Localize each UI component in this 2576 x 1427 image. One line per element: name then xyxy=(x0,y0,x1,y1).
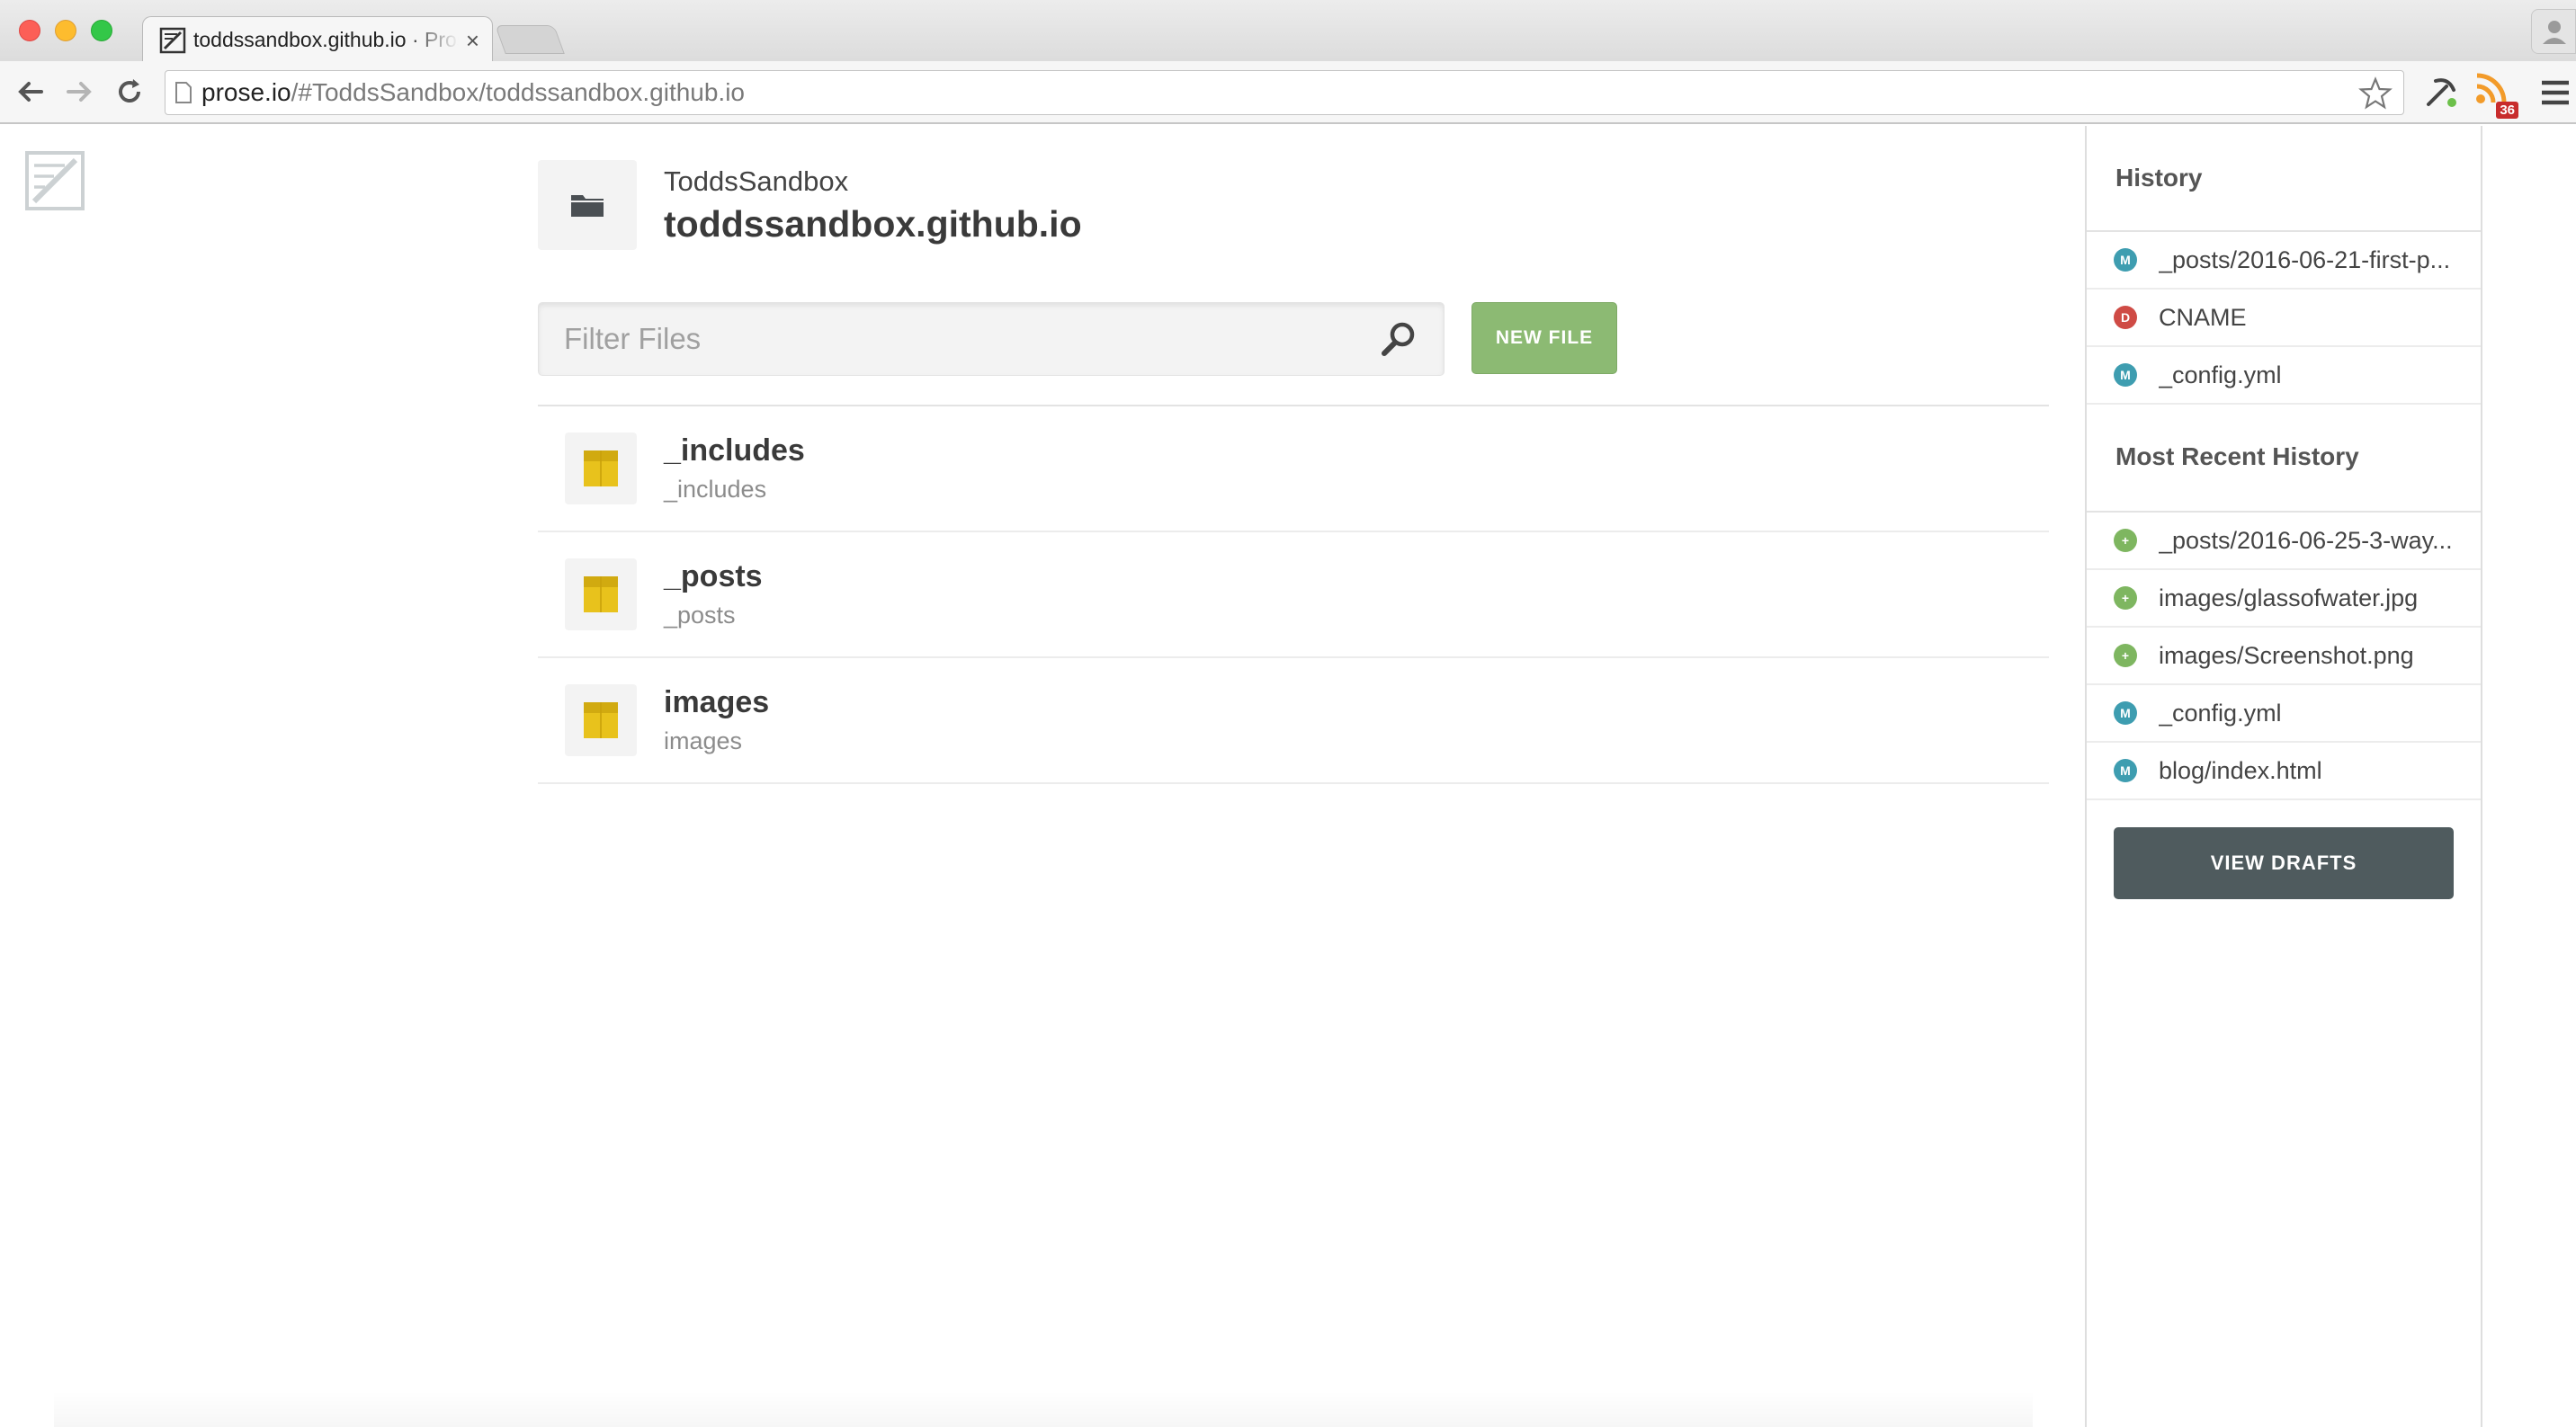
page-icon xyxy=(165,81,201,104)
repo-owner-link[interactable]: ToddsSandbox xyxy=(664,165,1082,198)
url-text: prose.io/#ToddsSandbox/toddssandbox.gith… xyxy=(201,78,746,106)
recent-history-item-label: _config.yml xyxy=(2159,699,2282,727)
history-item[interactable]: M _posts/2016-06-21-first-p... xyxy=(2087,232,2481,290)
added-badge-icon: + xyxy=(2114,644,2137,667)
bottom-shadow xyxy=(54,1391,2033,1427)
recent-history-item[interactable]: + images/glassofwater.jpg xyxy=(2087,570,2481,628)
recent-history-item[interactable]: + images/Screenshot.png xyxy=(2087,628,2481,685)
history-item[interactable]: M _config.yml xyxy=(2087,347,2481,405)
recent-history-item-label: blog/index.html xyxy=(2159,756,2322,784)
file-path: _includes xyxy=(664,476,767,503)
recent-history-item-label: _posts/2016-06-25-3-way... xyxy=(2159,526,2453,554)
back-arrow-icon[interactable] xyxy=(13,74,49,110)
file-path: _posts xyxy=(664,602,736,629)
prose-logo-icon[interactable] xyxy=(23,149,86,212)
recent-history-item[interactable]: M blog/index.html xyxy=(2087,743,2481,800)
view-drafts-button[interactable]: VIEW DRAFTS xyxy=(2114,827,2454,899)
prose-logo-icon xyxy=(159,27,186,53)
history-item-label: CNAME xyxy=(2159,303,2247,331)
filter-files-input[interactable] xyxy=(564,322,1379,356)
file-row-posts[interactable]: _posts _posts xyxy=(538,532,2049,658)
bookmark-star-icon[interactable] xyxy=(2358,76,2393,111)
recent-history-item[interactable]: M _config.yml xyxy=(2087,685,2481,743)
window-maximize-button[interactable] xyxy=(91,20,112,41)
file-list: _includes _includes _posts _posts images… xyxy=(538,405,2049,784)
file-path: images xyxy=(664,727,743,754)
added-badge-icon: + xyxy=(2114,586,2137,610)
window-minimize-button[interactable] xyxy=(55,20,76,41)
folder-icon xyxy=(565,684,637,756)
person-icon xyxy=(2543,21,2566,44)
file-row-images[interactable]: images images xyxy=(538,658,2049,784)
rss-extension-button[interactable]: 36 xyxy=(2473,72,2518,119)
reload-icon[interactable] xyxy=(112,74,148,110)
file-name[interactable]: images xyxy=(664,685,769,720)
file-row-includes[interactable]: _includes _includes xyxy=(538,406,2049,532)
browser-titlebar: toddssandbox.github.io · Prose × xyxy=(0,0,2576,63)
modified-badge-icon: M xyxy=(2114,248,2137,272)
repo-icon xyxy=(538,160,637,250)
file-name[interactable]: _posts xyxy=(664,559,763,594)
address-bar[interactable]: prose.io/#ToddsSandbox/toddssandbox.gith… xyxy=(165,70,2404,115)
recent-history-item-label: images/glassofwater.jpg xyxy=(2159,584,2419,611)
recent-history-item-label: images/Screenshot.png xyxy=(2159,641,2414,669)
modified-badge-icon: M xyxy=(2114,363,2137,387)
profile-button[interactable] xyxy=(2531,9,2576,54)
search-icon[interactable] xyxy=(1379,319,1418,359)
recent-history-item[interactable]: + _posts/2016-06-25-3-way... xyxy=(2087,513,2481,570)
menu-icon[interactable] xyxy=(2535,72,2576,113)
tab-title: toddssandbox.github.io · Prose xyxy=(193,28,459,51)
history-item-label: _config.yml xyxy=(2159,361,2282,388)
tab-close-icon[interactable]: × xyxy=(466,29,479,52)
browser-toolbar: prose.io/#ToddsSandbox/toddssandbox.gith… xyxy=(0,61,2576,124)
recent-history-heading: Most Recent History xyxy=(2087,405,2481,513)
browser-tab[interactable]: toddssandbox.github.io · Prose × xyxy=(142,16,493,63)
deleted-badge-icon: D xyxy=(2114,306,2137,329)
history-sidebar: History M _posts/2016-06-21-first-p... D… xyxy=(2085,126,2482,1427)
extension-pickaxe-icon[interactable] xyxy=(2419,72,2461,113)
repo-name-title: toddssandbox.github.io xyxy=(664,202,1082,245)
folder-icon xyxy=(565,433,637,504)
forward-arrow-icon[interactable] xyxy=(61,74,97,110)
repo-header: ToddsSandbox toddssandbox.github.io xyxy=(538,160,1082,250)
history-item-label: _posts/2016-06-21-first-p... xyxy=(2159,245,2451,273)
added-badge-icon: + xyxy=(2114,529,2137,552)
history-heading: History xyxy=(2087,126,2481,232)
history-item[interactable]: D CNAME xyxy=(2087,290,2481,347)
window-close-button[interactable] xyxy=(19,20,40,41)
rss-badge: 36 xyxy=(2496,102,2518,119)
folder-icon xyxy=(571,195,604,217)
modified-badge-icon: M xyxy=(2114,759,2137,782)
new-tab-button[interactable] xyxy=(495,25,565,54)
file-name[interactable]: _includes xyxy=(664,433,805,468)
new-file-button[interactable]: NEW FILE xyxy=(1471,302,1617,374)
modified-badge-icon: M xyxy=(2114,701,2137,725)
filter-files-box xyxy=(538,302,1445,376)
folder-icon xyxy=(565,558,637,630)
prose-page: ToddsSandbox toddssandbox.github.io NEW … xyxy=(0,126,2576,1427)
